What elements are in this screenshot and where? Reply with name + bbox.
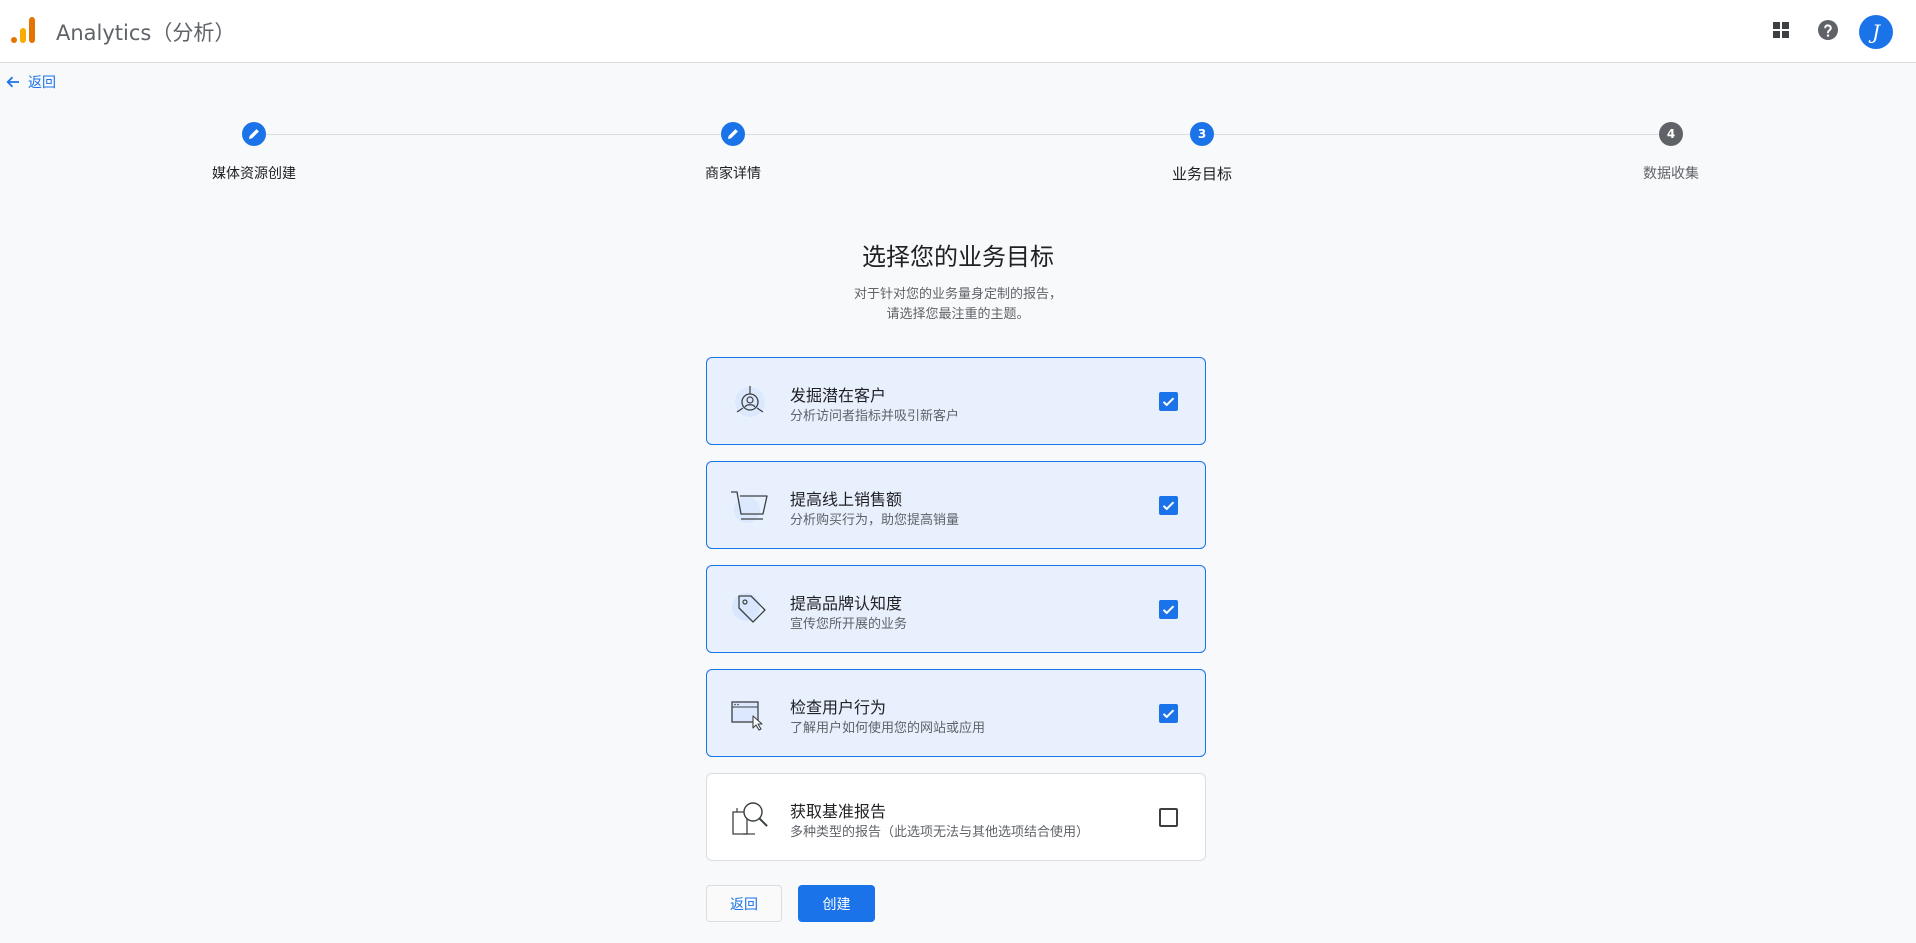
step-3-number: 3 [1190,122,1214,146]
objective-option-leads[interactable]: 发掘潜在客户 分析访问者指标并吸引新客户 [706,357,1206,445]
help-icon[interactable] [1816,18,1840,42]
top-app-bar: Analytics（分析） J [0,0,1916,63]
step-1-done-icon [242,122,266,146]
objective-option-sales[interactable]: 提高线上销售额 分析购买行为，助您提高销量 [706,461,1206,549]
objective-option-brand[interactable]: 提高品牌认知度 宣传您所开展的业务 [706,565,1206,653]
objective-option-baseline[interactable]: 获取基准报告 多种类型的报告（此选项无法与其他选项结合使用） [706,773,1206,861]
option-checkbox[interactable] [1159,808,1178,827]
option-title: 提高线上销售额 [790,490,903,509]
edit-pencil-icon [249,129,259,139]
step-4-number: 4 [1659,122,1683,146]
checkmark-icon [1162,709,1175,719]
option-title: 检查用户行为 [790,698,887,717]
back-button[interactable]: 返回 [706,885,782,922]
shopping-cart-icon [731,491,768,523]
create-button[interactable]: 创建 [798,885,875,922]
subtitle-line-2: 请选择您最注重的主题。 [886,307,1030,322]
option-title: 获取基准报告 [790,802,887,821]
arrow-back-icon [6,76,19,88]
checkmark-icon [1162,501,1175,511]
apps-grid-icon[interactable] [1769,18,1793,42]
step-3-label: 业务目标 [1171,165,1233,183]
analytics-logo-icon [11,17,35,43]
step-2-label: 商家详情 [705,166,761,182]
target-user-icon [735,386,765,417]
price-tag-icon [732,593,766,623]
option-description: 多种类型的报告（此选项无法与其他选项结合使用） [790,825,1090,840]
checkmark-icon [1162,397,1175,407]
step-4-label: 数据收集 [1643,166,1699,182]
option-description: 了解用户如何使用您的网站或应用 [790,721,986,736]
app-title: Analytics（分析） [56,21,236,45]
step-2-done-icon [721,122,745,146]
subtitle-line-1: 对于针对您的业务量身定制的报告， [853,287,1062,302]
objective-option-behavior[interactable]: 检查用户行为 了解用户如何使用您的网站或应用 [706,669,1206,757]
option-checkbox[interactable] [1159,392,1178,411]
option-checkbox[interactable] [1159,704,1178,723]
stepper-connector [745,134,1190,135]
option-title: 发掘潜在客户 [790,386,887,405]
account-avatar[interactable]: J [1859,15,1893,49]
option-description: 宣传您所开展的业务 [790,617,908,632]
browser-cursor-icon [731,701,763,731]
stepper-connector [266,134,721,135]
step-1-label: 媒体资源创建 [212,166,296,182]
option-checkbox[interactable] [1159,600,1178,619]
back-link[interactable]: 返回 [6,72,56,92]
option-description: 分析购买行为，助您提高销量 [790,513,960,528]
option-title: 提高品牌认知度 [790,594,903,613]
option-checkbox[interactable] [1159,496,1178,515]
stepper-connector [1214,134,1659,135]
magnifier-report-icon [732,802,768,835]
page-title: 选择您的业务目标 [862,243,1054,271]
back-link-label: 返回 [28,75,56,91]
checkmark-icon [1162,605,1175,615]
option-description: 分析访问者指标并吸引新客户 [790,409,960,424]
edit-pencil-icon [728,129,738,139]
